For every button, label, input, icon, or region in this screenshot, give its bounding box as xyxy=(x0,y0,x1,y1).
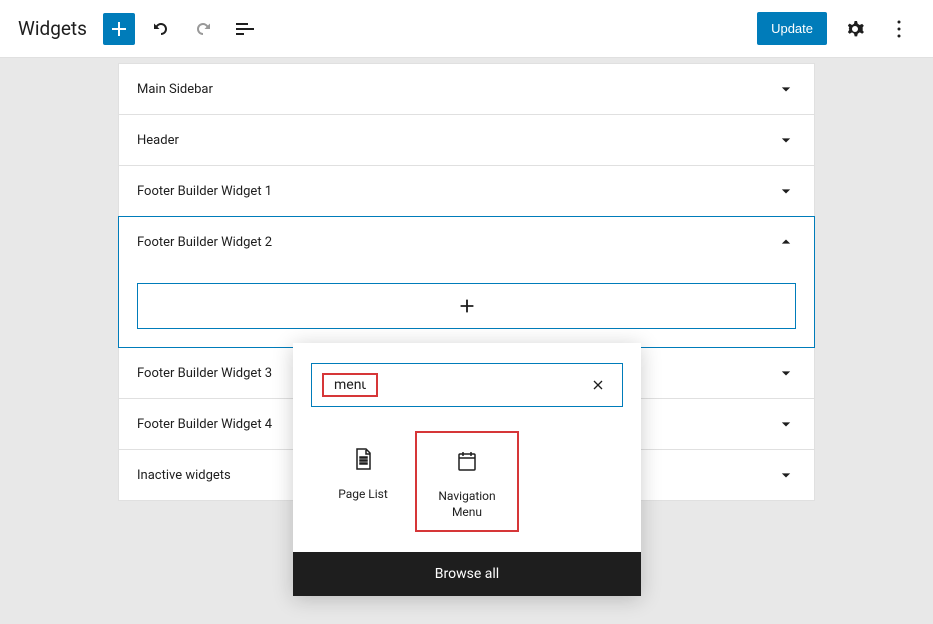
add-block-button[interactable] xyxy=(103,13,135,45)
panel-header-footer-1[interactable]: Footer Builder Widget 1 xyxy=(119,166,814,216)
chevron-down-icon xyxy=(776,79,796,99)
chevron-up-icon xyxy=(776,232,796,252)
block-item-page-list[interactable]: Page List xyxy=(311,431,415,532)
panel-header-area: Header xyxy=(118,114,815,166)
block-inserter-popover: Page List Navigation Menu Browse all xyxy=(293,343,641,596)
block-item-navigation-menu[interactable]: Navigation Menu xyxy=(415,431,519,532)
panel-label: Main Sidebar xyxy=(137,82,213,97)
close-icon xyxy=(590,377,606,393)
panel-label: Footer Builder Widget 4 xyxy=(137,417,272,432)
panel-label: Footer Builder Widget 1 xyxy=(137,184,272,199)
chevron-down-icon xyxy=(776,130,796,150)
block-label: Page List xyxy=(338,487,388,503)
panel-label: Inactive widgets xyxy=(137,468,231,483)
add-block-area[interactable] xyxy=(137,283,796,329)
chevron-down-icon xyxy=(776,363,796,383)
toolbar-left: Widgets xyxy=(18,13,757,45)
undo-icon xyxy=(149,17,173,41)
panel-label: Footer Builder Widget 2 xyxy=(137,235,272,250)
update-button[interactable]: Update xyxy=(757,12,827,45)
kebab-icon xyxy=(887,17,911,41)
browse-all-button[interactable]: Browse all xyxy=(293,552,641,596)
calendar-icon xyxy=(455,449,479,473)
page-title: Widgets xyxy=(18,17,87,40)
panel-label: Header xyxy=(137,133,179,148)
block-results: Page List Navigation Menu xyxy=(293,417,641,552)
search-value-highlight xyxy=(322,373,378,397)
redo-button[interactable] xyxy=(187,13,219,45)
search-row xyxy=(293,343,641,417)
list-view-button[interactable] xyxy=(229,13,261,45)
block-label: Navigation Menu xyxy=(423,489,511,520)
settings-button[interactable] xyxy=(839,13,871,45)
panel-header-header[interactable]: Header xyxy=(119,115,814,165)
clear-search-button[interactable] xyxy=(584,371,612,399)
gear-icon xyxy=(843,17,867,41)
panel-footer-1: Footer Builder Widget 1 xyxy=(118,165,815,217)
more-options-button[interactable] xyxy=(883,13,915,45)
list-view-icon xyxy=(233,17,257,41)
page-list-icon xyxy=(351,447,375,471)
panel-main-sidebar: Main Sidebar xyxy=(118,63,815,115)
plus-icon xyxy=(107,17,131,41)
panel-body-footer-2 xyxy=(119,267,814,347)
search-box[interactable] xyxy=(311,363,623,407)
chevron-down-icon xyxy=(776,465,796,485)
plus-icon xyxy=(456,295,478,317)
panel-footer-2: Footer Builder Widget 2 xyxy=(118,216,815,348)
redo-icon xyxy=(191,17,215,41)
search-input[interactable] xyxy=(330,377,370,393)
undo-button[interactable] xyxy=(145,13,177,45)
chevron-down-icon xyxy=(776,181,796,201)
chevron-down-icon xyxy=(776,414,796,434)
panel-label: Footer Builder Widget 3 xyxy=(137,366,272,381)
panel-header-main-sidebar[interactable]: Main Sidebar xyxy=(119,64,814,114)
toolbar-right: Update xyxy=(757,12,915,45)
panel-header-footer-2[interactable]: Footer Builder Widget 2 xyxy=(119,217,814,267)
toolbar: Widgets Update xyxy=(0,0,933,58)
